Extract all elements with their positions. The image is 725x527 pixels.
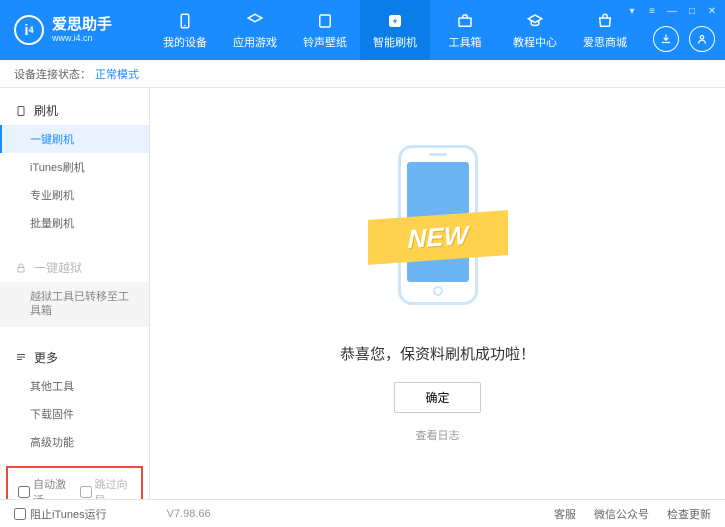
- nav-label: 铃声壁纸: [303, 34, 347, 50]
- flash-icon: [385, 11, 405, 31]
- nav-apps[interactable]: 应用游戏: [220, 0, 290, 60]
- section-title: 一键越狱: [34, 259, 82, 276]
- sidebar-item-oneclick[interactable]: 一键刷机: [0, 125, 149, 153]
- version-text: V7.98.66: [167, 508, 211, 520]
- nav-label: 应用游戏: [233, 34, 277, 50]
- footer-wechat[interactable]: 微信公众号: [594, 506, 649, 522]
- tutorial-icon: [525, 11, 545, 31]
- window-controls: ▾ ≡ — □ ✕: [625, 4, 719, 18]
- nav-tutorial[interactable]: 教程中心: [500, 0, 570, 60]
- lock-icon: [14, 261, 28, 275]
- sidebar-section-more[interactable]: 更多: [0, 343, 149, 372]
- chk-auto-activate[interactable]: 自动激活: [18, 476, 70, 499]
- nav-label: 智能刷机: [373, 34, 417, 50]
- logo-area: i4 爱思助手 www.i4.cn: [0, 15, 150, 45]
- nav-ringtones[interactable]: 铃声壁纸: [290, 0, 360, 60]
- sidebar-item-batch[interactable]: 批量刷机: [0, 209, 149, 237]
- music-icon: [315, 11, 335, 31]
- flash-small-icon: [14, 104, 28, 118]
- chk-skip-guide-input[interactable]: [80, 486, 92, 498]
- block-itunes-checkbox[interactable]: [14, 508, 26, 520]
- nav-flash[interactable]: 智能刷机: [360, 0, 430, 60]
- main-content: NEW 恭喜您，保资料刷机成功啦！ 确定 查看日志: [150, 88, 725, 499]
- header-actions: [653, 26, 715, 52]
- sidebar-item-firmware[interactable]: 下载固件: [0, 400, 149, 428]
- success-message: 恭喜您，保资料刷机成功啦！: [340, 343, 535, 364]
- sidebar-item-other[interactable]: 其他工具: [0, 372, 149, 400]
- maximize-icon[interactable]: □: [685, 4, 699, 18]
- app-subtitle: www.i4.cn: [52, 33, 112, 43]
- app-header: i4 爱思助手 www.i4.cn 我的设备 应用游戏 铃声壁纸 智能刷机 工具…: [0, 0, 725, 60]
- list-icon[interactable]: ≡: [645, 4, 659, 18]
- sidebar-item-jailbreak-note: 越狱工具已转移至工具箱: [0, 282, 149, 327]
- sidebar-section-flash[interactable]: 刷机: [0, 96, 149, 125]
- chk-auto-activate-input[interactable]: [18, 486, 30, 498]
- minimize-icon[interactable]: —: [665, 4, 679, 18]
- download-icon[interactable]: [653, 26, 679, 52]
- toolbox-icon: [455, 11, 475, 31]
- nav-my-device[interactable]: 我的设备: [150, 0, 220, 60]
- block-itunes-label: 阻止iTunes运行: [30, 506, 107, 522]
- ok-button[interactable]: 确定: [394, 382, 480, 413]
- more-icon: [14, 350, 28, 364]
- ribbon-text: NEW: [407, 219, 468, 254]
- footer: 阻止iTunes运行 V7.98.66 客服 微信公众号 检查更新: [0, 499, 725, 527]
- view-log-link[interactable]: 查看日志: [416, 427, 460, 443]
- chk-label: 跳过向导: [95, 476, 132, 499]
- phone-illustration: NEW: [373, 145, 503, 325]
- main-nav: 我的设备 应用游戏 铃声壁纸 智能刷机 工具箱 教程中心 爱思商城: [150, 0, 640, 60]
- footer-support[interactable]: 客服: [554, 506, 576, 522]
- status-mode: 正常模式: [95, 66, 139, 82]
- section-title: 更多: [34, 349, 58, 366]
- body: 刷机 一键刷机 iTunes刷机 专业刷机 批量刷机 一键越狱 越狱工具已转移至…: [0, 88, 725, 499]
- checkbox-row: 自动激活 跳过向导: [6, 466, 143, 499]
- close-icon[interactable]: ✕: [705, 4, 719, 18]
- block-itunes[interactable]: 阻止iTunes运行: [14, 506, 107, 522]
- status-label: 设备连接状态：: [14, 66, 91, 82]
- sidebar-section-jailbreak: 一键越狱: [0, 253, 149, 282]
- sidebar-item-itunes[interactable]: iTunes刷机: [0, 153, 149, 181]
- section-title: 刷机: [34, 102, 58, 119]
- app-title: 爱思助手: [52, 17, 112, 34]
- menu-icon[interactable]: ▾: [625, 4, 639, 18]
- sidebar: 刷机 一键刷机 iTunes刷机 专业刷机 批量刷机 一键越狱 越狱工具已转移至…: [0, 88, 150, 499]
- nav-label: 我的设备: [163, 34, 207, 50]
- new-ribbon: NEW: [368, 210, 508, 265]
- sidebar-item-advanced[interactable]: 高级功能: [0, 428, 149, 456]
- footer-update[interactable]: 检查更新: [667, 506, 711, 522]
- nav-label: 教程中心: [513, 34, 557, 50]
- sidebar-item-pro[interactable]: 专业刷机: [0, 181, 149, 209]
- nav-label: 爱思商城: [583, 34, 627, 50]
- user-icon[interactable]: [689, 26, 715, 52]
- status-bar: 设备连接状态： 正常模式: [0, 60, 725, 88]
- logo-icon: i4: [14, 15, 44, 45]
- nav-toolbox[interactable]: 工具箱: [430, 0, 500, 60]
- shop-icon: [595, 11, 615, 31]
- chk-label: 自动激活: [33, 476, 70, 499]
- nav-label: 工具箱: [449, 34, 482, 50]
- chk-skip-guide[interactable]: 跳过向导: [80, 476, 132, 499]
- device-icon: [175, 11, 195, 31]
- app-icon: [245, 11, 265, 31]
